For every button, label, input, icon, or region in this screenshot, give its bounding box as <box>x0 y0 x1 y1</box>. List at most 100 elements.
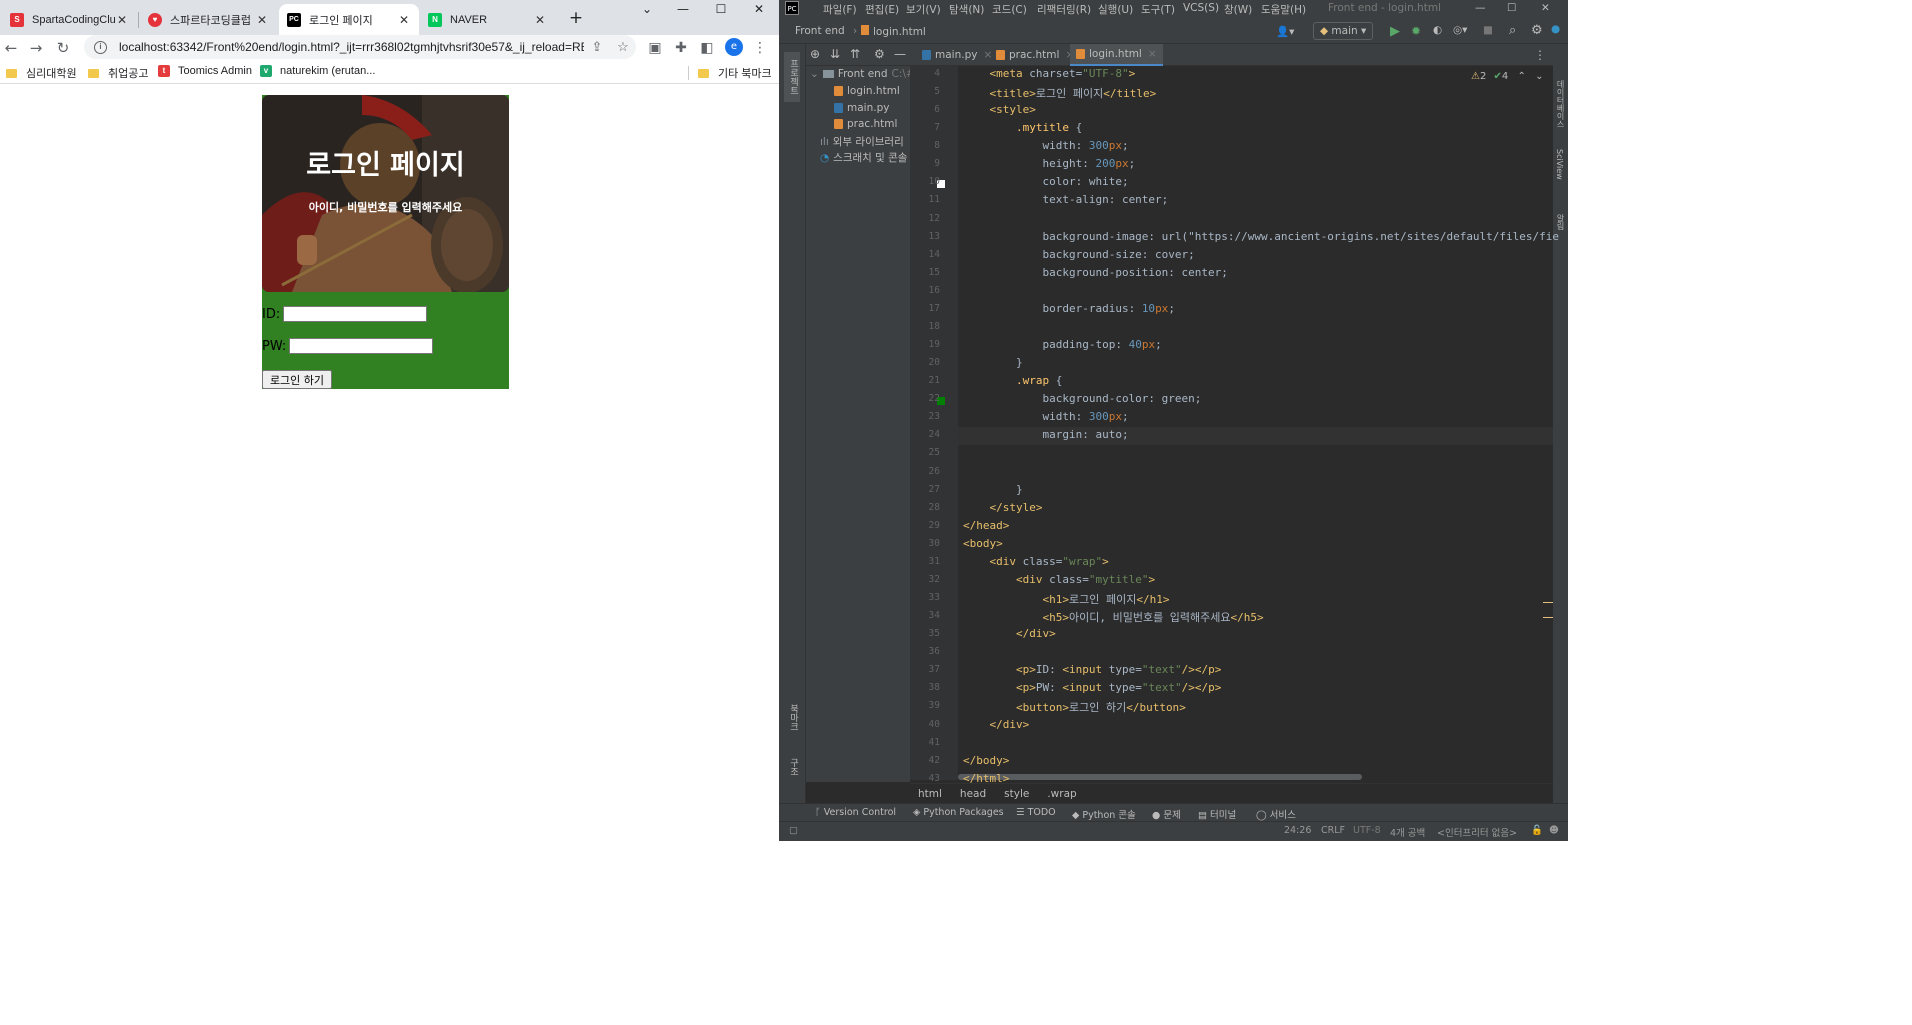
puzzle-extensions-icon[interactable]: ✚ <box>671 38 691 58</box>
pw-input[interactable] <box>289 338 434 354</box>
terminal-button[interactable]: ▤ 터미널 <box>1198 807 1236 821</box>
database-tool-button[interactable]: 데이터베이스 <box>1555 80 1566 128</box>
bookmark-folder[interactable]: 심리대학원 <box>6 65 77 81</box>
tree-root-front-end[interactable]: ⌄ Front end C:\#... <box>810 68 910 80</box>
caret-position[interactable]: 24:26 <box>1284 825 1311 836</box>
share-icon[interactable]: ⇪ <box>584 39 610 55</box>
python-packages-button[interactable]: ◈ Python Packages <box>913 807 1004 818</box>
breadcrumb-head[interactable]: head <box>960 788 986 800</box>
sciview-tool-button[interactable]: SciView <box>1555 149 1564 180</box>
options-gear-icon[interactable]: ⚙ <box>874 47 885 61</box>
forward-icon[interactable]: → <box>25 37 47 59</box>
profile-avatar[interactable]: e <box>725 38 743 56</box>
branch-selector[interactable]: ◆ main ▾ <box>1313 22 1374 40</box>
bookmarks-tool-button[interactable]: 북마크 <box>784 704 800 744</box>
extension-icon[interactable]: ▣ <box>645 38 665 58</box>
tab-naver[interactable]: N NAVER ✕ <box>420 4 555 35</box>
tree-external-libraries[interactable]: ılı 외부 라이브러리 <box>820 134 904 149</box>
ide-maximize-button[interactable]: ☐ <box>1507 2 1516 14</box>
close-tab-icon[interactable]: ✕ <box>397 13 411 27</box>
coverage-icon[interactable]: ◐ <box>1433 24 1442 36</box>
minimize-button[interactable]: — <box>668 2 698 18</box>
updates-icon[interactable]: ● <box>1551 23 1560 35</box>
close-tab-icon[interactable]: ✕ <box>115 13 129 27</box>
bookmark-other[interactable]: 기타 북마크 <box>698 65 772 81</box>
problems-button[interactable]: ● 문제 <box>1152 807 1181 821</box>
next-highlight-icon[interactable]: ⌄ <box>1535 71 1543 82</box>
bookmark-star-icon[interactable]: ☆ <box>610 39 636 55</box>
tree-scratches[interactable]: ◔ 스크래치 및 콘솔 <box>820 150 907 165</box>
more-tabs-icon[interactable]: ⋮ <box>1528 44 1552 66</box>
new-tab-button[interactable]: + <box>561 8 591 28</box>
close-tab-icon[interactable]: ✕ <box>533 13 547 27</box>
menu-help[interactable]: 도움말(H) <box>1261 2 1306 17</box>
locate-icon[interactable]: ⊕ <box>810 47 820 61</box>
hide-panel-icon[interactable]: — <box>894 47 906 61</box>
tree-file-main[interactable]: main.py <box>834 102 889 114</box>
menu-tools[interactable]: 도구(T) <box>1141 2 1175 17</box>
file-encoding[interactable]: UTF-8 <box>1353 825 1381 836</box>
debug-icon[interactable]: ✹ <box>1411 24 1421 38</box>
tree-file-login[interactable]: login.html <box>834 85 900 97</box>
tree-file-prac[interactable]: prac.html <box>834 118 897 130</box>
back-icon[interactable]: ← <box>0 37 22 59</box>
structure-tool-button[interactable]: 구조 <box>784 758 800 794</box>
menu-file[interactable]: 파일(F) <box>823 2 857 17</box>
editor-tab-login-html[interactable]: login.html × <box>1070 44 1163 66</box>
previous-highlight-icon[interactable]: ⌃ <box>1517 71 1525 82</box>
inspector-icon[interactable]: ☻ <box>1549 825 1559 836</box>
user-icon[interactable]: 👤▾ <box>1276 25 1294 38</box>
inspection-widget[interactable]: ⚠2 ✔4 ⌃ ⌄ <box>1471 71 1543 82</box>
menu-kebab-icon[interactable]: ⋮ <box>750 38 770 58</box>
project-tool-button[interactable]: 프로젝트 <box>784 52 800 102</box>
tab-login-page[interactable]: PC 로그인 페이지 ✕ <box>279 4 419 35</box>
menu-refactor[interactable]: 리팩터링(R) <box>1037 2 1091 17</box>
expand-all-icon[interactable]: ⇊ <box>830 47 840 61</box>
close-tab-icon[interactable]: ✕ <box>255 13 269 27</box>
breadcrumb-wrap[interactable]: .wrap <box>1047 788 1076 800</box>
ide-close-button[interactable]: ✕ <box>1541 2 1550 14</box>
run-icon[interactable]: ▶ <box>1390 24 1400 39</box>
menu-vcs[interactable]: VCS(S) <box>1183 2 1219 14</box>
lock-icon[interactable]: 🔓 <box>1531 825 1543 836</box>
menu-navigate[interactable]: 탐색(N) <box>949 2 984 17</box>
collapse-all-icon[interactable]: ⇈ <box>850 47 860 61</box>
profile-run-icon[interactable]: ◎▾ <box>1453 24 1467 36</box>
python-console-button[interactable]: ◆ Python 콘솔 <box>1072 807 1136 821</box>
bookmark-folder[interactable]: 취업공고 <box>88 65 148 81</box>
horizontal-scrollbar[interactable] <box>958 774 1362 780</box>
settings-gear-icon[interactable]: ⚙ <box>1531 23 1543 38</box>
tab-spartacodingclub[interactable]: S SpartaCodingClub ✕ <box>2 4 137 35</box>
bookmark-naturekim[interactable]: v naturekim (erutan... <box>260 65 375 77</box>
todo-button[interactable]: ☰ TODO <box>1016 807 1056 818</box>
nav-file[interactable]: login.html <box>861 25 926 38</box>
site-info-icon[interactable]: i <box>94 40 107 54</box>
editor-tab-main-py[interactable]: main.py × <box>916 44 998 66</box>
menu-code[interactable]: 코드(C) <box>992 2 1027 17</box>
interpreter-selector[interactable]: <인터프리터 없음> <box>1437 825 1517 839</box>
menu-view[interactable]: 보기(V) <box>906 2 941 17</box>
notifications-tool-button[interactable]: 알림 <box>1555 214 1566 230</box>
indent-setting[interactable]: 4개 공백 <box>1390 825 1425 839</box>
services-button[interactable]: ◯ 서비스 <box>1256 807 1296 821</box>
menu-edit[interactable]: 편집(E) <box>865 2 899 17</box>
ide-minimize-button[interactable]: — <box>1475 2 1486 14</box>
nav-project[interactable]: Front end <box>795 25 845 37</box>
toggle-tool-windows-icon[interactable]: ▢ <box>789 825 798 836</box>
menu-window[interactable]: 창(W) <box>1224 2 1252 17</box>
stop-icon[interactable]: ■ <box>1483 24 1493 36</box>
menu-run[interactable]: 실행(U) <box>1098 2 1133 17</box>
search-icon[interactable]: ⌕ <box>1509 23 1516 38</box>
tab-sparta-kr[interactable]: ♥ 스파르타코딩클럽 ✕ <box>140 4 277 35</box>
breadcrumb-style[interactable]: style <box>1004 788 1029 800</box>
close-tab-icon[interactable]: × <box>1148 48 1157 60</box>
version-control-button[interactable]: ᚴ Version Control <box>815 807 896 818</box>
close-window-button[interactable]: ✕ <box>744 2 774 18</box>
address-bar[interactable]: i localhost:63342/Front%20end/login.html… <box>84 35 636 59</box>
tab-search-icon[interactable]: ⌄ <box>632 2 662 18</box>
login-button[interactable]: 로그인 하기 <box>262 370 332 389</box>
breadcrumb-html[interactable]: html <box>918 788 942 800</box>
side-panel-icon[interactable]: ◧ <box>697 38 717 58</box>
reload-icon[interactable]: ↻ <box>52 37 74 59</box>
bookmark-toomics[interactable]: t Toomics Admin <box>158 65 252 77</box>
